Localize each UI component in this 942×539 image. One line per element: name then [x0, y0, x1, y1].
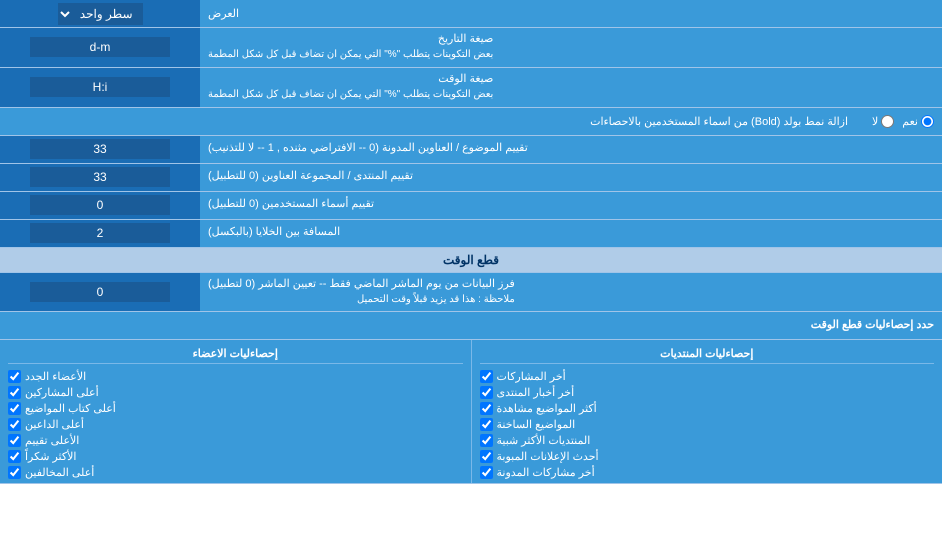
checkbox-top-topic-writers-input[interactable] — [8, 402, 21, 415]
checkbox-most-thanked[interactable]: الأكثر شكراً — [8, 450, 463, 463]
cell-spacing-input[interactable] — [30, 223, 170, 243]
display-type-select[interactable]: سطر واحد عدة أسطر — [58, 3, 143, 25]
cutoff-filter-input-cell — [0, 273, 200, 312]
bold-no-radio[interactable] — [881, 115, 894, 128]
checkbox-similar-forums-input[interactable] — [480, 434, 493, 447]
stats-selection-text: حدد إحصاءليات قطع الوقت — [811, 318, 934, 333]
forum-order-input[interactable] — [30, 167, 170, 187]
cutoff-filter-row: فرز البيانات من يوم الماشر الماضي فقط --… — [0, 273, 942, 313]
checkbox-top-inviters-input[interactable] — [8, 418, 21, 431]
stats-grid: إحصاءليات المنتديات أخر المشاركات أخر أخ… — [0, 340, 942, 484]
bold-no-label[interactable]: لا — [872, 115, 894, 128]
checkbox-highest-rated-input[interactable] — [8, 434, 21, 447]
topic-order-row: تقييم الموضوع / العناوين المدونة (0 -- ا… — [0, 136, 942, 164]
bold-remove-label: نعم لا ازالة نمط بولد (Bold) من اسماء ال… — [0, 108, 942, 135]
checkbox-top-violations-input[interactable] — [8, 466, 21, 479]
topic-order-input-cell — [0, 136, 200, 163]
stats-selection-label: حدد إحصاءليات قطع الوقت — [0, 312, 942, 339]
topic-order-input[interactable] — [30, 139, 170, 159]
stats-col-members: إحصاءليات الاعضاء الأعضاء الجدد أعلى الم… — [0, 340, 471, 483]
time-format-input[interactable] — [30, 77, 170, 97]
time-format-row: صيغة الوقتبعض التكوينات يتطلب "%" التي ي… — [0, 68, 942, 108]
bold-yes-label[interactable]: نعم — [902, 115, 934, 128]
checkbox-last-posts-input[interactable] — [480, 370, 493, 383]
display-type-input-cell: سطر واحد عدة أسطر — [0, 0, 200, 27]
date-format-row: صيغة التاريخبعض التكوينات يتطلب "%" التي… — [0, 28, 942, 68]
bold-remove-text: ازالة نمط بولد (Bold) من اسماء المستخدمي… — [8, 115, 848, 128]
date-format-input-cell — [0, 28, 200, 67]
checkbox-forum-news[interactable]: أخر أخبار المنتدى — [480, 386, 935, 399]
checkbox-top-topic-writers[interactable]: أعلى كتاب المواضيع — [8, 402, 463, 415]
checkbox-hot-topics-input[interactable] — [480, 418, 493, 431]
forum-order-input-cell — [0, 164, 200, 191]
display-type-label: العرض — [200, 0, 942, 27]
date-format-input[interactable] — [30, 37, 170, 57]
checkbox-new-members[interactable]: الأعضاء الجدد — [8, 370, 463, 383]
checkbox-most-thanked-input[interactable] — [8, 450, 21, 463]
checkbox-classified-ads-input[interactable] — [480, 450, 493, 463]
topic-order-label: تقييم الموضوع / العناوين المدونة (0 -- ا… — [200, 136, 942, 163]
checkbox-top-posters-input[interactable] — [8, 386, 21, 399]
stats-col-members-header: إحصاءليات الاعضاء — [8, 344, 463, 364]
time-format-input-cell — [0, 68, 200, 107]
stats-col-forums: إحصاءليات المنتديات أخر المشاركات أخر أخ… — [472, 340, 942, 483]
users-order-row: تقييم أسماء المستخدمين (0 للتطبيل) — [0, 192, 942, 220]
checkbox-new-members-input[interactable] — [8, 370, 21, 383]
bold-yes-radio[interactable] — [921, 115, 934, 128]
cell-spacing-input-cell — [0, 220, 200, 247]
checkbox-top-posters[interactable]: أعلى المشاركين — [8, 386, 463, 399]
bold-remove-row: نعم لا ازالة نمط بولد (Bold) من اسماء ال… — [0, 108, 942, 136]
display-type-row: العرض سطر واحد عدة أسطر — [0, 0, 942, 28]
users-order-input-cell — [0, 192, 200, 219]
checkbox-classified-ads[interactable]: أحدث الإعلانات المبوبة — [480, 450, 935, 463]
stats-selection-row: حدد إحصاءليات قطع الوقت — [0, 312, 942, 340]
checkbox-hot-topics[interactable]: المواضيع الساخنة — [480, 418, 935, 431]
users-order-input[interactable] — [30, 195, 170, 215]
forum-order-row: تقييم المنتدى / المجموعة العناوين (0 للت… — [0, 164, 942, 192]
cutoff-section-header: قطع الوقت — [0, 248, 942, 273]
cell-spacing-label: المسافة بين الخلايا (بالبكسل) — [200, 220, 942, 247]
time-format-label: صيغة الوقتبعض التكوينات يتطلب "%" التي ي… — [200, 68, 942, 107]
cutoff-filter-label: فرز البيانات من يوم الماشر الماضي فقط --… — [200, 273, 942, 312]
checkbox-last-posts[interactable]: أخر المشاركات — [480, 370, 935, 383]
cutoff-filter-input[interactable] — [30, 282, 170, 302]
checkbox-top-inviters[interactable]: أعلى الداعين — [8, 418, 463, 431]
cutoff-section-title: قطع الوقت — [443, 253, 499, 267]
users-order-label: تقييم أسماء المستخدمين (0 للتطبيل) — [200, 192, 942, 219]
checkbox-forum-news-input[interactable] — [480, 386, 493, 399]
checkbox-most-viewed-input[interactable] — [480, 402, 493, 415]
stats-col-forums-header: إحصاءليات المنتديات — [480, 344, 935, 364]
checkbox-similar-forums[interactable]: المنتديات الأكثر شبية — [480, 434, 935, 447]
checkbox-highest-rated[interactable]: الأعلى تقييم — [8, 434, 463, 447]
checkbox-blog-posts[interactable]: أخر مشاركات المدونة — [480, 466, 935, 479]
forum-order-label: تقييم المنتدى / المجموعة العناوين (0 للت… — [200, 164, 942, 191]
checkbox-top-violations[interactable]: أعلى المخالفين — [8, 466, 463, 479]
stats-col-divider — [471, 340, 472, 483]
checkbox-blog-posts-input[interactable] — [480, 466, 493, 479]
checkbox-most-viewed[interactable]: أكثر المواضيع مشاهدة — [480, 402, 935, 415]
cell-spacing-row: المسافة بين الخلايا (بالبكسل) — [0, 220, 942, 248]
date-format-label: صيغة التاريخبعض التكوينات يتطلب "%" التي… — [200, 28, 942, 67]
